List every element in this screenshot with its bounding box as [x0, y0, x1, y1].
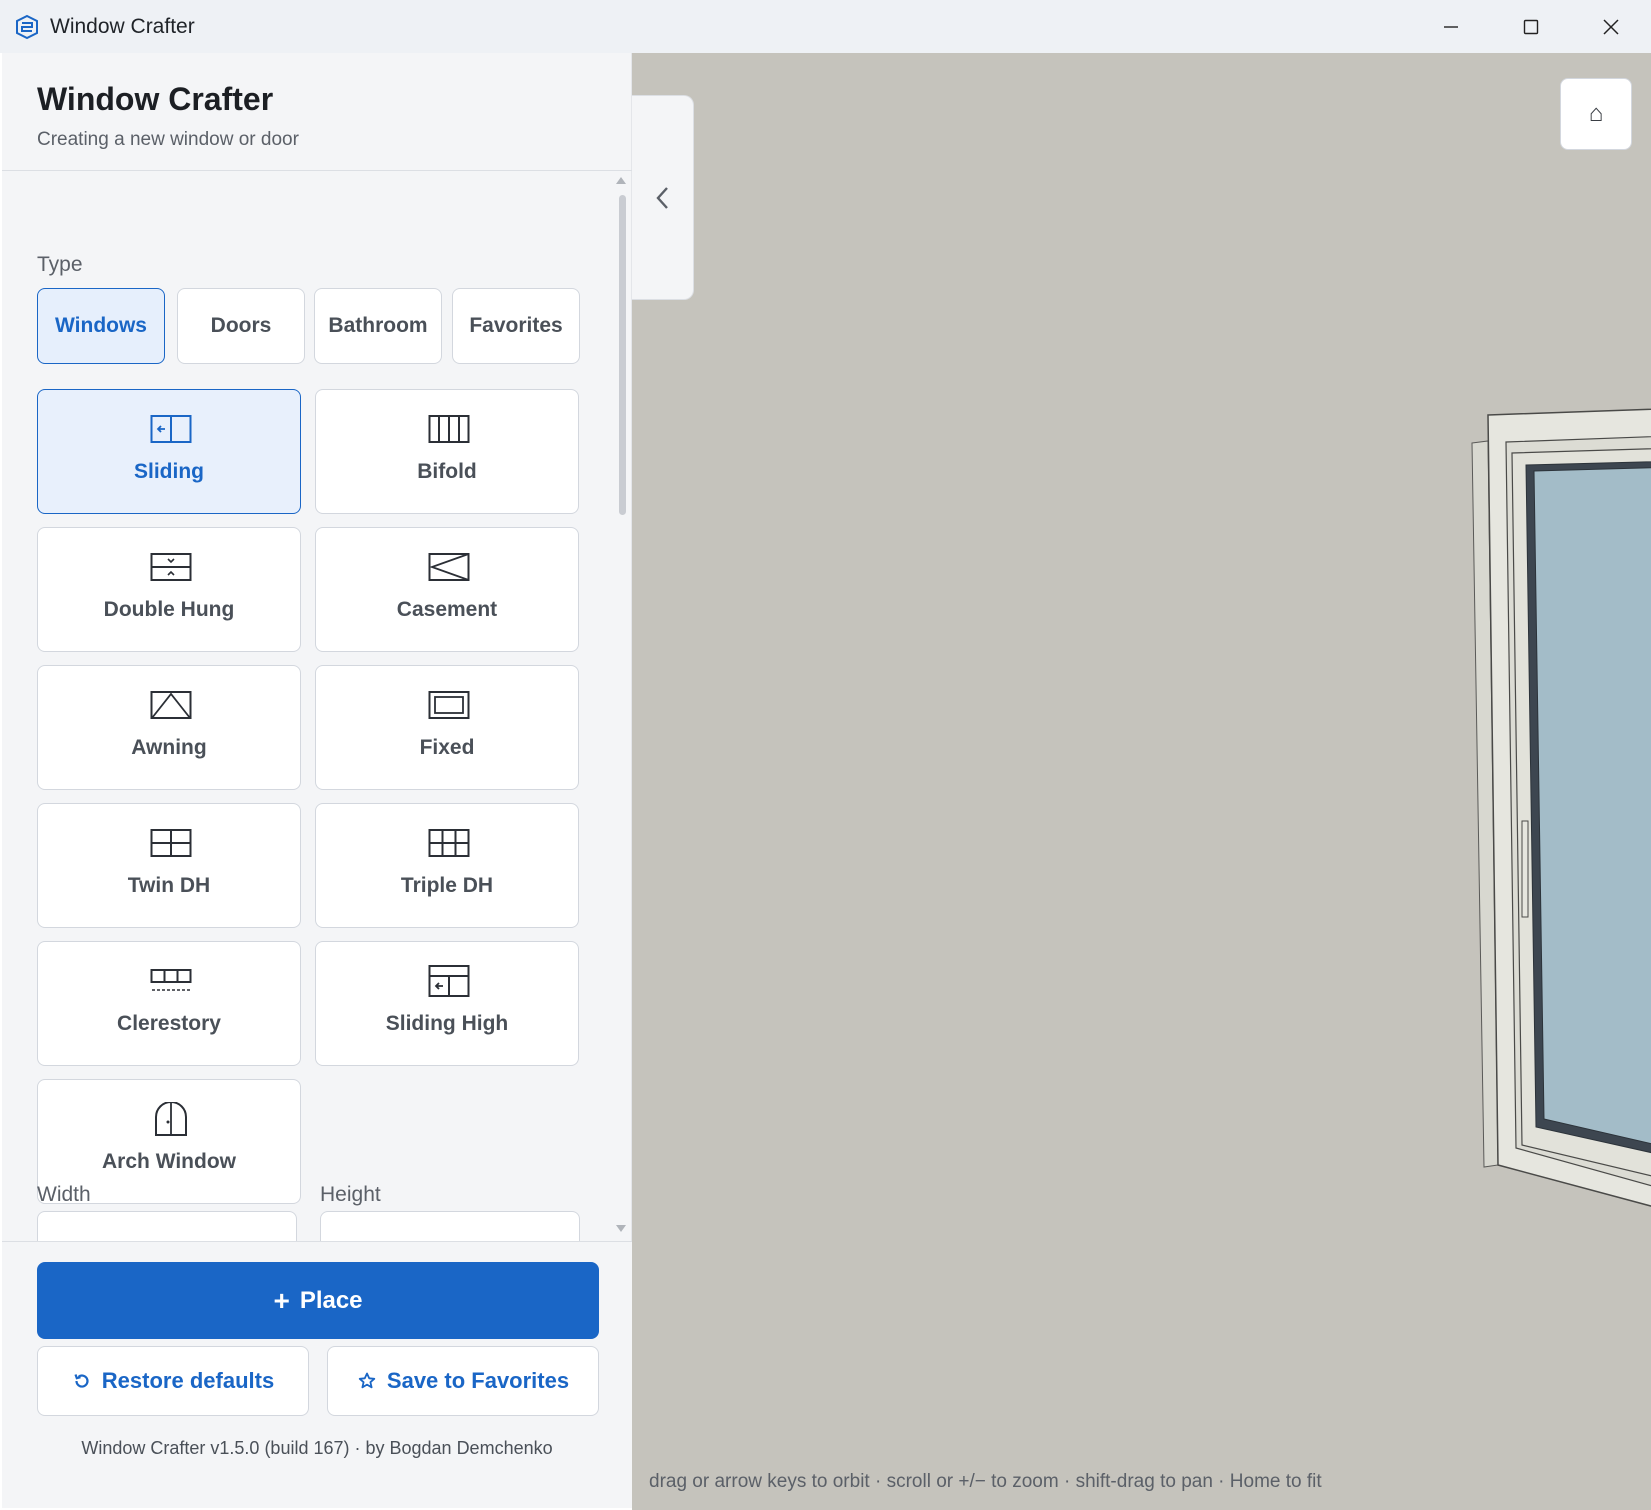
panel-subtitle: Creating a new window or door: [37, 129, 299, 150]
clerestory-icon: [150, 969, 192, 991]
style-card-label: Twin DH: [127, 874, 211, 897]
style-card-label: Sliding High: [385, 1012, 509, 1035]
style-card-label: Fixed: [419, 736, 475, 759]
restore-icon: [74, 1374, 89, 1388]
style-card-label: Bifold: [417, 460, 477, 483]
minimize-icon: [1444, 25, 1458, 28]
panel-footer: + Place Restore defaults Save to Favorit…: [2, 1241, 632, 1508]
version-text: Window Crafter v1.5.0 (build 167) · by B…: [81, 1438, 553, 1458]
style-card-label: Arch Window: [102, 1150, 236, 1173]
window-model-preview: [1471, 408, 1651, 1207]
width-label: Width: [37, 1183, 91, 1206]
maximize-icon: [1523, 19, 1539, 34]
window-controls: [1411, 0, 1651, 53]
star-icon: [358, 1372, 376, 1389]
restore-defaults-label: Restore defaults: [101, 1368, 275, 1393]
settings-panel: Window Crafter Creating a new window or …: [2, 53, 632, 1508]
height-label: Height: [320, 1183, 381, 1206]
plus-icon: +: [273, 1284, 290, 1316]
style-card-double-hung[interactable]: Double Hung: [37, 527, 301, 652]
style-card-sliding-high[interactable]: Sliding High: [315, 941, 579, 1066]
style-card-twin-dh[interactable]: Twin DH: [37, 803, 301, 928]
scroll-down-arrow-icon[interactable]: [616, 1225, 626, 1232]
arch-window-icon: [155, 1102, 187, 1136]
title-bar: Window Crafter: [0, 0, 1651, 53]
3d-viewport[interactable]: ⌂ drag or arrow keys to orbit · scroll o…: [632, 53, 1651, 1510]
height-input[interactable]: [320, 1211, 580, 1241]
sliding-high-icon: [428, 965, 470, 997]
style-card-casement[interactable]: Casement: [315, 527, 579, 652]
fixed-icon: [428, 691, 470, 719]
maximize-button[interactable]: [1491, 0, 1571, 53]
style-card-label: Triple DH: [400, 874, 494, 897]
double-hung-icon: [150, 553, 192, 581]
minimize-button[interactable]: [1411, 0, 1491, 53]
style-card-label: Double Hung: [103, 598, 235, 621]
triple-dh-icon: [428, 829, 470, 857]
style-card-label: Sliding: [134, 460, 204, 483]
place-button-label: Place: [299, 1286, 363, 1314]
scroll-up-arrow-icon[interactable]: [616, 177, 626, 184]
twin-dh-icon: [150, 829, 192, 857]
style-card-label: Awning: [131, 736, 207, 759]
style-card-triple-dh[interactable]: Triple DH: [315, 803, 579, 928]
scroll-thumb[interactable]: [619, 195, 626, 515]
awning-icon: [150, 691, 192, 719]
close-icon: [1603, 18, 1619, 35]
type-tab-favorites[interactable]: Favorites: [452, 288, 580, 364]
close-button[interactable]: [1571, 0, 1651, 53]
casement-icon: [428, 553, 470, 581]
bifold-icon: [428, 415, 470, 443]
viewport-hint: drag or arrow keys to orbit · scroll or …: [649, 1471, 1322, 1492]
style-card-clerestory[interactable]: Clerestory: [37, 941, 301, 1066]
panel-header: Window Crafter Creating a new window or …: [2, 53, 632, 171]
sliding-icon: [150, 415, 192, 443]
style-card-bifold[interactable]: Bifold: [315, 389, 579, 514]
style-card-sliding[interactable]: Sliding: [37, 389, 301, 514]
style-card-label: Clerestory: [117, 1012, 221, 1035]
collapse-panel-button[interactable]: [632, 95, 694, 300]
home-icon: ⌂: [1588, 100, 1604, 127]
save-to-favorites-label: Save to Favorites: [386, 1368, 570, 1393]
type-tab-bathroom[interactable]: Bathroom: [314, 288, 442, 364]
type-tab-windows[interactable]: Windows: [37, 288, 165, 364]
type-tab-doors[interactable]: Doors: [177, 288, 305, 364]
panel-title: Window Crafter: [37, 81, 274, 117]
type-label: Type: [37, 253, 83, 276]
style-card-awning[interactable]: Awning: [37, 665, 301, 790]
width-input[interactable]: [37, 1211, 297, 1241]
restore-defaults-button[interactable]: Restore defaults: [37, 1346, 309, 1416]
panel-scroll-area[interactable]: Type Windows Doors Bathroom Favorites Sl…: [2, 171, 632, 1241]
home-fit-button[interactable]: ⌂: [1560, 78, 1632, 150]
style-card-label: Casement: [396, 598, 498, 621]
chevron-left-icon: [655, 186, 668, 209]
panel-scrollbar[interactable]: [616, 177, 626, 1232]
place-button[interactable]: + Place: [37, 1262, 599, 1339]
save-to-favorites-button[interactable]: Save to Favorites: [327, 1346, 599, 1416]
app-logo-icon: [16, 14, 38, 39]
window-title: Window Crafter: [50, 14, 195, 38]
style-card-fixed[interactable]: Fixed: [315, 665, 579, 790]
